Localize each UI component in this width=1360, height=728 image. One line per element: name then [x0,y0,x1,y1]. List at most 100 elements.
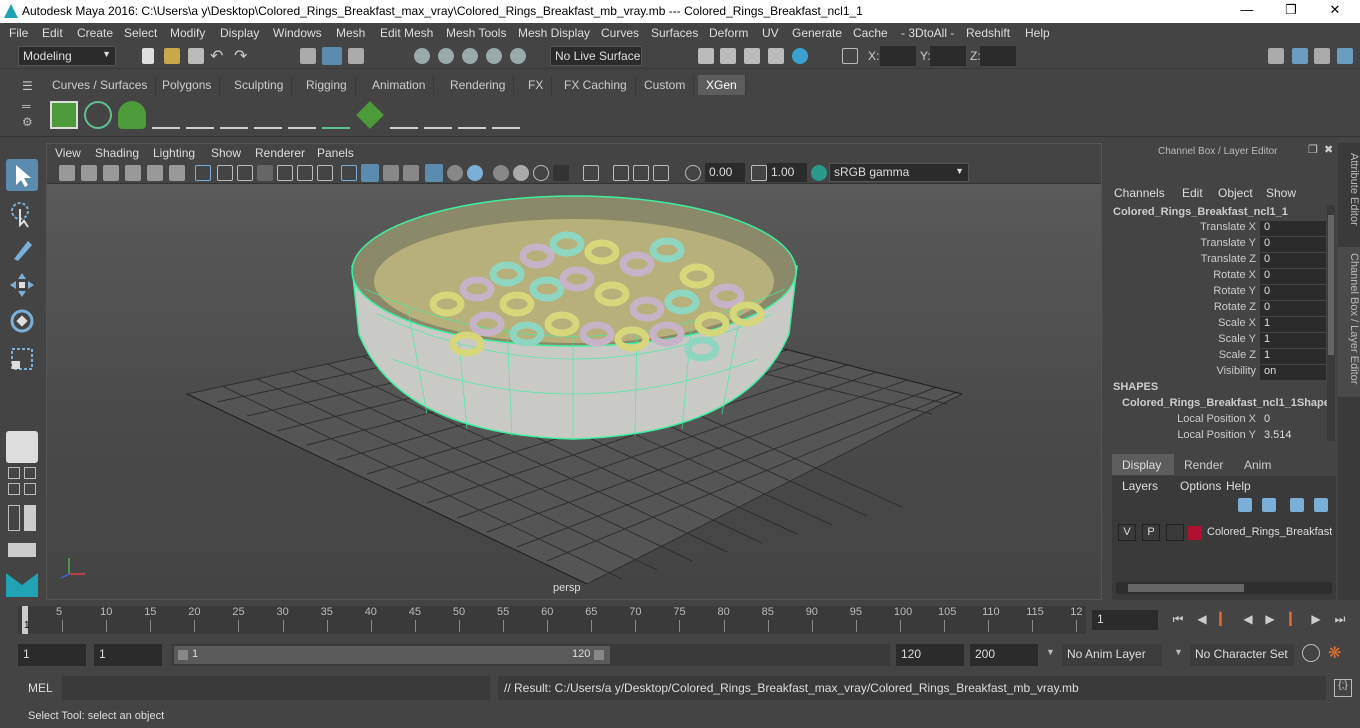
snap-point-icon[interactable] [462,48,478,64]
chevron-down-icon[interactable]: ▼ [1046,647,1055,657]
playback-end-input[interactable]: 120 [896,644,964,666]
move-layer-down-icon[interactable] [1262,498,1276,512]
color-management-icon[interactable] [811,165,827,181]
cb-menu-object[interactable]: Object [1218,186,1253,200]
multisample-aa-icon[interactable] [513,165,529,181]
bookmark-icon[interactable] [103,165,119,181]
layout-options-icon[interactable] [24,505,36,531]
range-slider-handle[interactable] [174,646,610,664]
command-input[interactable] [62,676,490,700]
textured-icon[interactable] [403,165,419,181]
render-view-icon[interactable] [698,48,714,64]
paint-select-tool-icon[interactable] [6,233,38,265]
select-by-object-icon[interactable] [322,47,342,65]
toggle-tool-settings-icon[interactable] [1314,48,1330,64]
two-d-pan-zoom-icon[interactable] [147,165,163,181]
menu-edit-mesh[interactable]: Edit Mesh [380,26,433,40]
menu-windows[interactable]: Windows [273,26,322,40]
transform-mode-icon[interactable] [842,48,858,64]
attr-rotate-x[interactable]: Rotate X0 [1106,269,1338,285]
ipr-render-icon[interactable] [744,48,760,64]
menu-generate[interactable]: Generate [792,26,842,40]
motion-blur-icon[interactable] [493,165,509,181]
select-by-hierarchy-icon[interactable] [300,48,316,64]
field-chart-icon[interactable] [277,165,293,181]
persp-graph-layout-icon[interactable] [8,483,20,495]
snap-view-plane-icon[interactable] [486,48,502,64]
xgen-editor-icon[interactable] [50,101,78,129]
xgen-lock-length-icon[interactable] [288,101,316,129]
animation-start-input[interactable]: 1 [18,644,86,666]
layer-menu-help[interactable]: Help [1226,479,1251,493]
menu-display[interactable]: Display [220,26,259,40]
z-coord-input[interactable] [980,46,1016,66]
step-forward-frame-icon[interactable]: ▎ [1286,612,1302,628]
xgen-guides-to-curves-icon[interactable] [458,101,486,129]
xgen-guide-tool-icon[interactable] [220,101,248,129]
animation-prefs-icon[interactable]: ❋ [1328,643,1341,663]
xray-icon[interactable] [583,165,599,181]
lasso-tool-icon[interactable] [6,197,38,229]
attr-scale-x[interactable]: Scale X1 [1106,317,1338,333]
vp-menu-show[interactable]: Show [211,146,241,160]
snap-grid-icon[interactable] [414,48,430,64]
use-all-lights-icon[interactable] [425,164,443,182]
safe-title-icon[interactable] [317,165,333,181]
attr-translate-x[interactable]: Translate X0 [1106,221,1338,237]
menu-surfaces[interactable]: Surfaces [651,26,698,40]
scrollbar-thumb[interactable] [1128,584,1244,592]
shelf-tab-sculpting[interactable]: Sculpting [226,75,293,95]
undo-icon[interactable]: ↶ [210,46,223,66]
smooth-shade-icon[interactable] [361,164,379,182]
render-frame-icon[interactable] [720,48,736,64]
gate-mask-icon[interactable] [257,165,273,181]
resolution-gate-icon[interactable] [237,165,253,181]
new-layer-icon[interactable] [1290,498,1304,512]
menu-mesh[interactable]: Mesh [336,26,365,40]
select-by-component-icon[interactable] [348,48,364,64]
layer-tab-render[interactable]: Render [1184,458,1223,472]
menu-help[interactable]: Help [1025,26,1050,40]
snap-curve-icon[interactable] [438,48,454,64]
render-settings-icon[interactable] [768,48,784,64]
attr-scale-z[interactable]: Scale Z1 [1106,349,1338,365]
time-slider[interactable]: 1 1 5 10 15 20 25 30 35 40 45 50 55 60 65 70 75 80 85 90 9… [0,604,1360,638]
menu-cache[interactable]: Cache [853,26,888,40]
attr-visibility[interactable]: Visibility on [1106,365,1338,381]
attr-translate-z[interactable]: Translate Z0 [1106,253,1338,269]
shelf-tab-xgen[interactable]: XGen [698,75,746,95]
shelf-tab-fx-caching[interactable]: FX Caching [556,75,636,95]
xgen-grass-icon[interactable] [322,101,350,129]
wireframe-icon[interactable] [341,165,357,181]
shape-name[interactable]: Colored_Rings_Breakfast_ncl1_1Shape [1122,397,1330,409]
vp-menu-lighting[interactable]: Lighting [153,146,195,160]
select-tool-icon[interactable] [6,159,38,191]
vp-menu-panels[interactable]: Panels [317,146,354,160]
menu-edit[interactable]: Edit [42,26,63,40]
shelf-tab-rendering[interactable]: Rendering [442,75,515,95]
menu-create[interactable]: Create [77,26,113,40]
attr-scale-y[interactable]: Scale Y1 [1106,333,1338,349]
shelf-collapse-icon[interactable]: ═ [22,99,31,113]
exposure-icon[interactable] [685,165,701,181]
new-scene-icon[interactable] [142,48,154,64]
layer-name[interactable]: Colored_Rings_Breakfast [1207,526,1332,538]
animation-end-input[interactable]: 200 [970,644,1038,666]
gamma-icon[interactable] [751,165,767,181]
camera-select-icon[interactable] [59,165,75,181]
xgen-delete-guides-icon[interactable] [492,101,520,129]
color-space-select[interactable]: sRGB gamma ▼ [829,163,969,182]
x-coord-input[interactable] [880,46,916,66]
layer-color-swatch[interactable] [1188,526,1202,540]
single-perspective-layout-icon[interactable] [6,431,38,463]
shelf-tab-curves-surfaces[interactable]: Curves / Surfaces [44,75,157,95]
xgen-create-description-icon[interactable] [118,101,146,129]
rotate-tool-icon[interactable] [6,305,38,337]
viewport-panel[interactable]: View Shading Lighting Show Renderer Pane… [46,143,1102,600]
xgen-add-guide-icon[interactable] [152,101,180,129]
hypershade-layout-icon[interactable] [24,483,36,495]
image-plane-icon[interactable] [125,165,141,181]
outliner-toggle-icon[interactable] [8,505,20,531]
wireframe-on-shaded-icon[interactable] [383,165,399,181]
camera-attributes-icon[interactable] [81,165,97,181]
